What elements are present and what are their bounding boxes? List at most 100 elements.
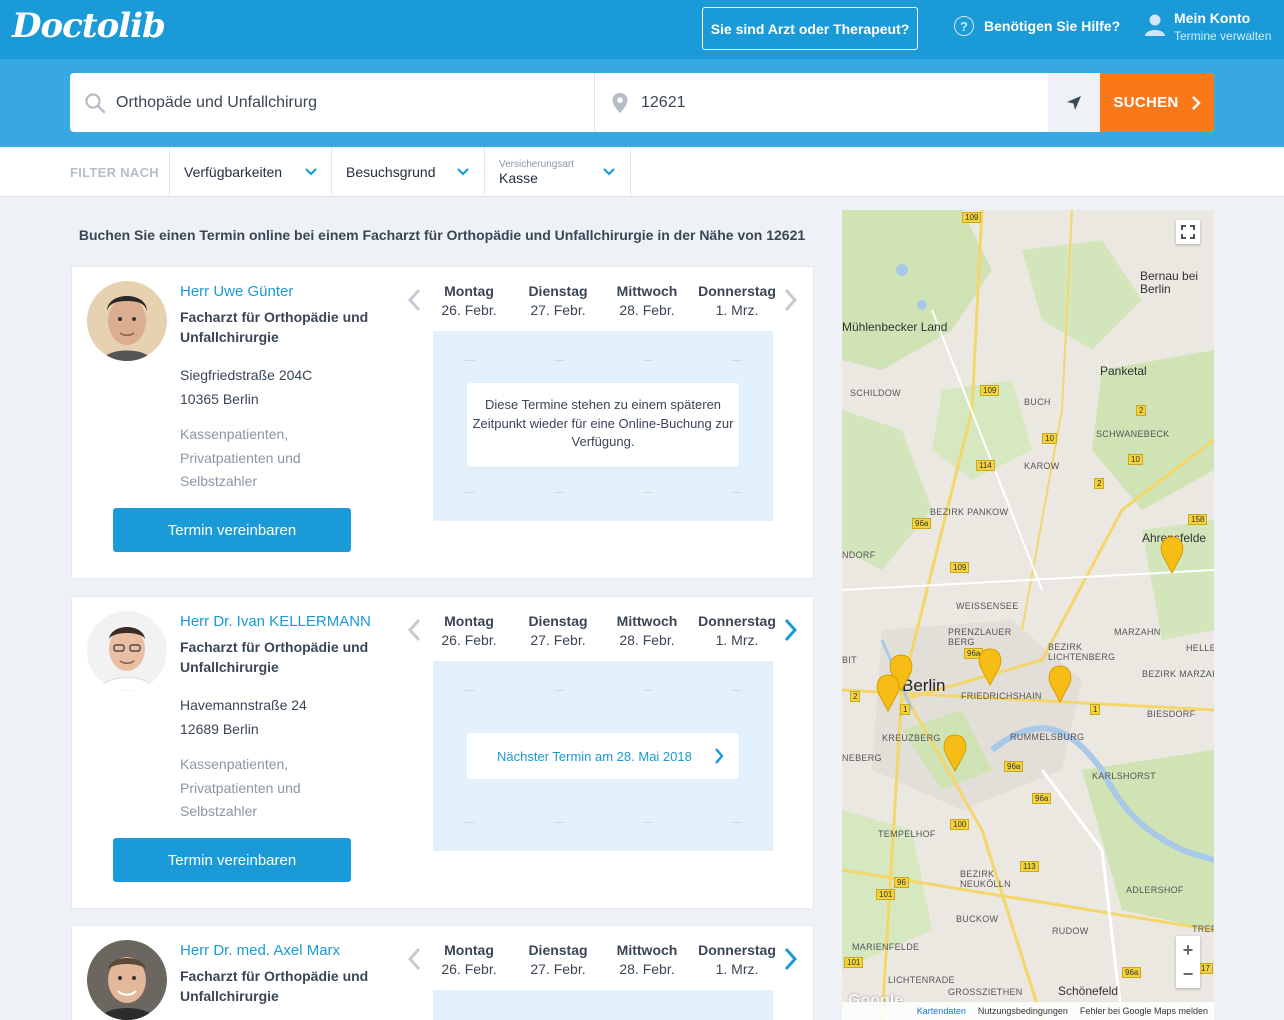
zoom-control: + − [1176, 936, 1200, 988]
slots-grid: Nächster Termin am 28. Mai 2018 [433, 661, 773, 851]
availability-dropdown[interactable]: Verfügbarkeiten [169, 147, 332, 197]
doctor-name[interactable]: Herr Dr. Ivan KELLERMANN [180, 613, 371, 630]
empty-slot [465, 492, 475, 493]
day-header: Donnerstag 1. Mrz. [692, 942, 782, 977]
road-shield: 101 [876, 889, 896, 900]
road-shield: 100 [950, 819, 970, 830]
day-header: Montag 26. Febr. [424, 613, 514, 648]
doctor-avatar [87, 940, 167, 1020]
professional-button[interactable]: Sie sind Arzt oder Therapeut? [702, 7, 918, 50]
map-place-label: RUDOW [1052, 926, 1089, 936]
map-place-label: GROSSZIETHEN [948, 987, 1023, 997]
insurance-label: Versicherungsart [499, 158, 575, 170]
map-place-label: Schönefeld [1058, 984, 1119, 998]
prev-week-arrow-icon[interactable] [405, 617, 425, 643]
next-week-arrow-icon[interactable] [780, 946, 800, 972]
map-marker-icon[interactable] [941, 734, 969, 772]
chevron-down-icon [305, 168, 317, 176]
specialty-input[interactable] [116, 93, 556, 112]
map-marker-icon[interactable] [976, 648, 1004, 686]
map-data-link[interactable]: Kartendaten [917, 1006, 966, 1016]
day-header: Dienstag 27. Febr. [513, 942, 603, 977]
slots-grid [433, 990, 773, 1020]
road-shield: 10 [1128, 454, 1143, 465]
prev-week-arrow-icon[interactable] [405, 287, 425, 313]
fullscreen-icon [1181, 225, 1195, 239]
filter-label: FILTER NACH [70, 165, 159, 180]
next-week-arrow-icon[interactable] [780, 617, 800, 643]
road-shield: 2 [850, 691, 861, 702]
day-date: 27. Febr. [530, 302, 586, 318]
help-link[interactable]: ? Benötigen Sie Hilfe? [954, 16, 1120, 36]
map-place-label: MARZAHN [1114, 627, 1161, 637]
specialty-field[interactable] [70, 73, 595, 132]
doctor-specialty: Facharzt für Orthopädie und Unfallchirur… [180, 639, 369, 675]
navigation-arrow-icon [1067, 95, 1081, 110]
day-name: Mittwoch [616, 283, 678, 299]
map-place-label: RUMMELSBURG [1010, 732, 1085, 742]
visit-reason-dropdown[interactable]: Besuchsgrund [331, 147, 484, 197]
road-shield: 109 [962, 212, 982, 223]
map-place-label: Bernau bei Berlin [1140, 269, 1199, 296]
zoom-out-button[interactable]: − [1183, 962, 1194, 986]
empty-slot [554, 492, 564, 493]
book-appointment-button[interactable]: Termin vereinbaren [113, 838, 351, 882]
day-date: 28. Febr. [619, 961, 675, 977]
doctor-card: Herr Dr. med. Axel Marx Facharzt für Ort… [71, 925, 814, 1020]
road-shield: 113 [1020, 861, 1039, 872]
map-marker-icon[interactable] [1046, 665, 1074, 703]
doctor-street: Havemannstraße 24 [180, 697, 307, 713]
road-shield: 109 [980, 385, 1000, 396]
next-appointment-button[interactable]: Nächster Termin am 28. Mai 2018 [467, 733, 739, 779]
map-report-link[interactable]: Fehler bei Google Maps melden [1080, 1006, 1208, 1016]
doctor-name[interactable]: Herr Dr. med. Axel Marx [180, 942, 340, 959]
road-shield: 158 [1188, 514, 1208, 525]
next-week-arrow-icon[interactable] [780, 287, 800, 313]
day-header: Mittwoch 28. Febr. [602, 283, 692, 318]
location-input[interactable] [641, 93, 1021, 112]
day-name: Donnerstag [698, 283, 776, 299]
day-header: Mittwoch 28. Febr. [602, 942, 692, 977]
question-icon: ? [954, 16, 974, 36]
prev-week-arrow-icon[interactable] [405, 946, 425, 972]
zoom-in-button[interactable]: + [1183, 938, 1194, 962]
map-place-label: SCHILDOW [850, 388, 901, 398]
road-shield: 96a [1122, 967, 1142, 978]
doctor-city: 10365 Berlin [180, 391, 259, 407]
road-shield: 114 [976, 460, 995, 471]
doctor-address: Siegfriedstraße 204C 10365 Berlin [180, 363, 312, 411]
chevron-down-icon [457, 168, 469, 176]
book-appointment-button[interactable]: Termin vereinbaren [113, 508, 351, 552]
day-name: Montag [444, 942, 494, 958]
day-name: Dienstag [528, 613, 588, 629]
location-field[interactable] [595, 73, 1048, 132]
empty-slot [554, 822, 564, 823]
geolocation-button[interactable] [1048, 73, 1100, 132]
search-icon [85, 92, 106, 113]
map-place-label: PRENZLAUER BERG [948, 627, 1012, 647]
map-place-label: TREP [1192, 924, 1214, 934]
account-menu[interactable]: Mein Konto Termine verwalten [1144, 10, 1271, 43]
doctor-insurance: Kassenpatienten, Privatpatienten und Sel… [180, 756, 301, 819]
map-place-label: BUCH [1024, 397, 1051, 407]
map[interactable]: Bernau bei Berlin Mühlenbecker Land Pank… [842, 210, 1214, 1020]
empty-slot [732, 360, 742, 361]
fullscreen-button[interactable] [1176, 220, 1200, 244]
doctor-name[interactable]: Herr Uwe Günter [180, 283, 293, 300]
chevron-right-icon [715, 748, 724, 764]
road-shield: 2 [1136, 405, 1147, 416]
map-place-label: BEZIRK LICHTENBERG [1048, 642, 1116, 662]
map-marker-icon[interactable] [874, 674, 902, 712]
search-button[interactable]: SUCHEN [1100, 73, 1214, 132]
doctolib-logo[interactable]: Doctolib [12, 6, 166, 46]
map-terms-link[interactable]: Nutzungsbedingungen [978, 1006, 1068, 1016]
day-date: 26. Febr. [441, 302, 497, 318]
insurance-dropdown[interactable]: Versicherungsart Kasse [484, 147, 631, 197]
day-date: 1. Mrz. [715, 632, 759, 648]
doctor-city: 12689 Berlin [180, 721, 259, 737]
map-marker-icon[interactable] [1158, 536, 1186, 574]
map-place-label: Mühlenbecker Land [842, 320, 948, 334]
empty-slot [732, 822, 742, 823]
map-place-label: NEBERG [842, 753, 882, 763]
road-shield: 17 [1198, 963, 1213, 974]
